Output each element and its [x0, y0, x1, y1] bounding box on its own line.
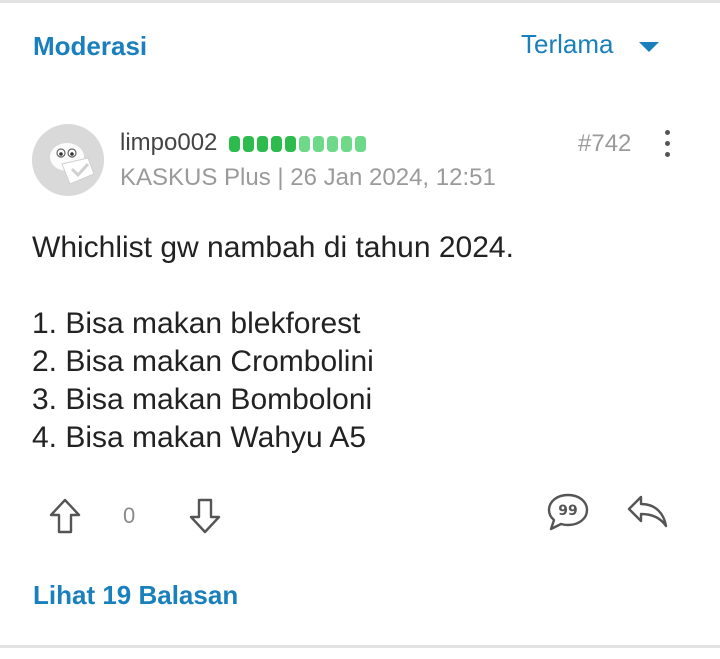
top-divider — [0, 0, 720, 3]
sort-selected-label: Terlama — [521, 29, 614, 59]
view-replies-link[interactable]: Lihat 19 Balasan — [33, 580, 238, 611]
sort-dropdown[interactable]: Terlama — [521, 29, 660, 60]
post-username[interactable]: limpo002 — [120, 129, 217, 157]
avatar[interactable] — [32, 124, 104, 196]
moderasi-label[interactable]: Moderasi — [33, 31, 147, 62]
bottom-divider — [0, 645, 720, 648]
arrow-up-icon — [49, 498, 81, 534]
reputation-pip — [285, 136, 296, 152]
upvote-button[interactable] — [48, 497, 82, 540]
post-meta: KASKUS Plus | 26 Jan 2024, 12:51 — [120, 164, 496, 191]
vote-count: 0 — [123, 503, 136, 528]
reputation-pip — [355, 136, 366, 152]
reputation-pip — [313, 136, 324, 152]
quote-button[interactable]: 99 — [546, 492, 590, 537]
reply-button[interactable] — [626, 492, 670, 537]
reputation-pip — [243, 136, 254, 152]
post-number[interactable]: #742 — [578, 130, 631, 158]
list-item: 1. Bisa makan blekforest — [32, 307, 361, 340]
list-item: 4. Bisa makan Wahyu A5 — [32, 421, 367, 454]
quote-bubble-icon: 99 — [547, 493, 589, 531]
post-content: Whichlist gw nambah di tahun 2024. 1. Bi… — [32, 229, 514, 457]
reputation-pip — [327, 136, 338, 152]
list-item: 3. Bisa makan Bomboloni — [32, 383, 373, 416]
reputation-bar — [229, 136, 366, 152]
reputation-pip — [299, 136, 310, 152]
avatar-mascot-icon — [50, 143, 95, 185]
reputation-pip — [229, 136, 240, 152]
reputation-pip — [257, 136, 268, 152]
reputation-pip — [271, 136, 282, 152]
svg-text:99: 99 — [558, 503, 577, 519]
arrow-down-icon — [189, 498, 221, 534]
post-intro: Whichlist gw nambah di tahun 2024. — [32, 231, 514, 264]
list-item: 2. Bisa makan Crombolini — [32, 345, 374, 378]
downvote-button[interactable] — [188, 497, 222, 540]
chevron-down-icon — [639, 41, 660, 52]
more-options-icon[interactable] — [655, 128, 679, 160]
reputation-pip — [341, 136, 352, 152]
reply-icon — [627, 495, 668, 528]
